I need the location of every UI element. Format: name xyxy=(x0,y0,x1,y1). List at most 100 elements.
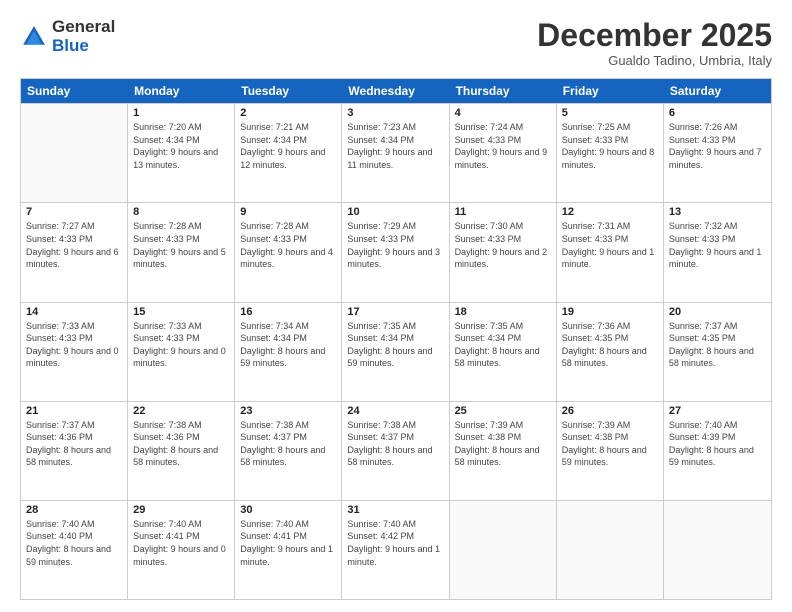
day-info: Sunrise: 7:33 AM Sunset: 4:33 PM Dayligh… xyxy=(133,320,229,370)
day-info: Sunrise: 7:29 AM Sunset: 4:33 PM Dayligh… xyxy=(347,220,443,270)
day-info: Sunrise: 7:33 AM Sunset: 4:33 PM Dayligh… xyxy=(26,320,122,370)
day-info: Sunrise: 7:40 AM Sunset: 4:39 PM Dayligh… xyxy=(669,419,766,469)
day-number: 28 xyxy=(26,504,122,516)
calendar-day-16: 16 Sunrise: 7:34 AM Sunset: 4:34 PM Dayli… xyxy=(235,303,342,401)
header-day-tuesday: Tuesday xyxy=(235,79,342,103)
day-info: Sunrise: 7:21 AM Sunset: 4:34 PM Dayligh… xyxy=(240,121,336,171)
calendar-day-4: 4 Sunrise: 7:24 AM Sunset: 4:33 PM Daylig… xyxy=(450,104,557,202)
calendar-day-22: 22 Sunrise: 7:38 AM Sunset: 4:36 PM Dayli… xyxy=(128,402,235,500)
calendar-day-26: 26 Sunrise: 7:39 AM Sunset: 4:38 PM Dayli… xyxy=(557,402,664,500)
calendar-empty-cell xyxy=(664,501,771,599)
day-number: 7 xyxy=(26,206,122,218)
location: Gualdo Tadino, Umbria, Italy xyxy=(537,53,772,68)
calendar-day-9: 9 Sunrise: 7:28 AM Sunset: 4:33 PM Daylig… xyxy=(235,203,342,301)
calendar-day-25: 25 Sunrise: 7:39 AM Sunset: 4:38 PM Dayli… xyxy=(450,402,557,500)
day-number: 24 xyxy=(347,405,443,417)
calendar-day-10: 10 Sunrise: 7:29 AM Sunset: 4:33 PM Dayli… xyxy=(342,203,449,301)
calendar-day-28: 28 Sunrise: 7:40 AM Sunset: 4:40 PM Dayli… xyxy=(21,501,128,599)
day-info: Sunrise: 7:27 AM Sunset: 4:33 PM Dayligh… xyxy=(26,220,122,270)
day-info: Sunrise: 7:23 AM Sunset: 4:34 PM Dayligh… xyxy=(347,121,443,171)
day-number: 8 xyxy=(133,206,229,218)
day-info: Sunrise: 7:34 AM Sunset: 4:34 PM Dayligh… xyxy=(240,320,336,370)
month-title: December 2025 xyxy=(537,18,772,53)
day-info: Sunrise: 7:30 AM Sunset: 4:33 PM Dayligh… xyxy=(455,220,551,270)
calendar-day-11: 11 Sunrise: 7:30 AM Sunset: 4:33 PM Dayli… xyxy=(450,203,557,301)
header: General Blue December 2025 Gualdo Tadino… xyxy=(20,18,772,68)
day-info: Sunrise: 7:20 AM Sunset: 4:34 PM Dayligh… xyxy=(133,121,229,171)
calendar-day-21: 21Sunrise: 7:37 AM Sunset: 4:36 PM Dayli… xyxy=(21,402,128,500)
day-number: 31 xyxy=(347,504,443,516)
calendar-day-6: 6Sunrise: 7:26 AM Sunset: 4:33 PM Daylig… xyxy=(664,104,771,202)
calendar-day-3: 3 Sunrise: 7:23 AM Sunset: 4:34 PM Daylig… xyxy=(342,104,449,202)
day-number: 11 xyxy=(455,206,551,218)
calendar-body: 1Sunrise: 7:20 AM Sunset: 4:34 PM Daylig… xyxy=(21,103,771,599)
day-number: 25 xyxy=(455,405,551,417)
day-number: 18 xyxy=(455,306,551,318)
title-block: December 2025 Gualdo Tadino, Umbria, Ita… xyxy=(537,18,772,68)
calendar-day-24: 24 Sunrise: 7:38 AM Sunset: 4:37 PM Dayli… xyxy=(342,402,449,500)
day-info: Sunrise: 7:24 AM Sunset: 4:33 PM Dayligh… xyxy=(455,121,551,171)
calendar-day-31: 31 Sunrise: 7:40 AM Sunset: 4:42 PM Dayli… xyxy=(342,501,449,599)
day-info: Sunrise: 7:28 AM Sunset: 4:33 PM Dayligh… xyxy=(240,220,336,270)
day-number: 10 xyxy=(347,206,443,218)
calendar-day-23: 23 Sunrise: 7:38 AM Sunset: 4:37 PM Dayli… xyxy=(235,402,342,500)
calendar-empty-cell xyxy=(450,501,557,599)
day-info: Sunrise: 7:39 AM Sunset: 4:38 PM Dayligh… xyxy=(455,419,551,469)
calendar-day-12: 12 Sunrise: 7:31 AM Sunset: 4:33 PM Dayli… xyxy=(557,203,664,301)
calendar-day-14: 14 Sunrise: 7:33 AM Sunset: 4:33 PM Dayli… xyxy=(21,303,128,401)
calendar-day-5: 5Sunrise: 7:25 AM Sunset: 4:33 PM Daylig… xyxy=(557,104,664,202)
calendar-day-15: 15 Sunrise: 7:33 AM Sunset: 4:33 PM Dayli… xyxy=(128,303,235,401)
day-info: Sunrise: 7:28 AM Sunset: 4:33 PM Dayligh… xyxy=(133,220,229,270)
day-number: 27 xyxy=(669,405,766,417)
calendar-week-5: 28 Sunrise: 7:40 AM Sunset: 4:40 PM Dayli… xyxy=(21,500,771,599)
calendar-day-1: 1Sunrise: 7:20 AM Sunset: 4:34 PM Daylig… xyxy=(128,104,235,202)
day-info: Sunrise: 7:40 AM Sunset: 4:40 PM Dayligh… xyxy=(26,518,122,568)
logo-icon xyxy=(20,23,48,51)
header-day-monday: Monday xyxy=(128,79,235,103)
logo-general: General xyxy=(52,18,115,37)
calendar-day-20: 20 Sunrise: 7:37 AM Sunset: 4:35 PM Dayli… xyxy=(664,303,771,401)
logo-blue: Blue xyxy=(52,37,115,56)
page: General Blue December 2025 Gualdo Tadino… xyxy=(0,0,792,612)
day-number: 16 xyxy=(240,306,336,318)
calendar-week-4: 21Sunrise: 7:37 AM Sunset: 4:36 PM Dayli… xyxy=(21,401,771,500)
day-info: Sunrise: 7:35 AM Sunset: 4:34 PM Dayligh… xyxy=(347,320,443,370)
day-number: 22 xyxy=(133,405,229,417)
day-info: Sunrise: 7:38 AM Sunset: 4:37 PM Dayligh… xyxy=(240,419,336,469)
day-number: 15 xyxy=(133,306,229,318)
day-info: Sunrise: 7:32 AM Sunset: 4:33 PM Dayligh… xyxy=(669,220,766,270)
day-info: Sunrise: 7:35 AM Sunset: 4:34 PM Dayligh… xyxy=(455,320,551,370)
calendar-day-8: 8 Sunrise: 7:28 AM Sunset: 4:33 PM Daylig… xyxy=(128,203,235,301)
day-number: 29 xyxy=(133,504,229,516)
day-info: Sunrise: 7:25 AM Sunset: 4:33 PM Dayligh… xyxy=(562,121,658,171)
calendar-week-3: 14 Sunrise: 7:33 AM Sunset: 4:33 PM Dayli… xyxy=(21,302,771,401)
day-number: 23 xyxy=(240,405,336,417)
day-info: Sunrise: 7:26 AM Sunset: 4:33 PM Dayligh… xyxy=(669,121,766,171)
calendar-week-2: 7 Sunrise: 7:27 AM Sunset: 4:33 PM Daylig… xyxy=(21,202,771,301)
day-info: Sunrise: 7:40 AM Sunset: 4:42 PM Dayligh… xyxy=(347,518,443,568)
day-number: 26 xyxy=(562,405,658,417)
day-number: 30 xyxy=(240,504,336,516)
calendar-day-17: 17Sunrise: 7:35 AM Sunset: 4:34 PM Dayli… xyxy=(342,303,449,401)
calendar-empty-cell xyxy=(21,104,128,202)
day-info: Sunrise: 7:37 AM Sunset: 4:35 PM Dayligh… xyxy=(669,320,766,370)
day-number: 2 xyxy=(240,107,336,119)
calendar-day-19: 19Sunrise: 7:36 AM Sunset: 4:35 PM Dayli… xyxy=(557,303,664,401)
day-number: 9 xyxy=(240,206,336,218)
header-day-wednesday: Wednesday xyxy=(342,79,449,103)
day-number: 14 xyxy=(26,306,122,318)
day-number: 19 xyxy=(562,306,658,318)
header-day-sunday: Sunday xyxy=(21,79,128,103)
day-info: Sunrise: 7:38 AM Sunset: 4:36 PM Dayligh… xyxy=(133,419,229,469)
calendar-day-29: 29 Sunrise: 7:40 AM Sunset: 4:41 PM Dayli… xyxy=(128,501,235,599)
day-info: Sunrise: 7:40 AM Sunset: 4:41 PM Dayligh… xyxy=(133,518,229,568)
day-number: 12 xyxy=(562,206,658,218)
day-info: Sunrise: 7:39 AM Sunset: 4:38 PM Dayligh… xyxy=(562,419,658,469)
day-number: 20 xyxy=(669,306,766,318)
day-number: 3 xyxy=(347,107,443,119)
day-info: Sunrise: 7:38 AM Sunset: 4:37 PM Dayligh… xyxy=(347,419,443,469)
day-number: 4 xyxy=(455,107,551,119)
header-day-thursday: Thursday xyxy=(450,79,557,103)
calendar-day-7: 7 Sunrise: 7:27 AM Sunset: 4:33 PM Daylig… xyxy=(21,203,128,301)
day-info: Sunrise: 7:31 AM Sunset: 4:33 PM Dayligh… xyxy=(562,220,658,270)
